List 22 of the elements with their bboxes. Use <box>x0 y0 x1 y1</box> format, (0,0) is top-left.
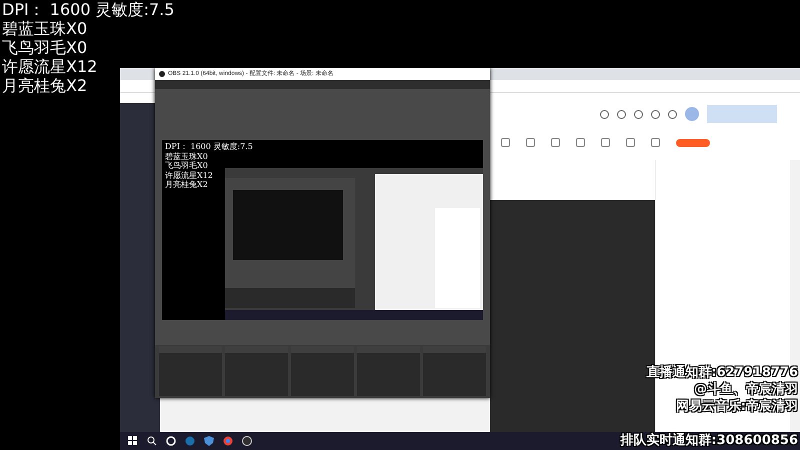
stats-text: 飞鸟羽毛X0 <box>2 38 88 57</box>
stats-text: 月亮桂兔X2 <box>165 180 208 190</box>
search-icon[interactable] <box>147 436 157 446</box>
stats-text: 月亮桂兔X2 <box>2 76 88 95</box>
notice-text: 排队实时通知群:308600856 <box>620 433 798 448</box>
notice-text: 网易云音乐:帝宸清羽 <box>676 399 798 414</box>
stats-text: 许愿流星X12 <box>2 57 98 76</box>
history-icon[interactable] <box>600 110 609 118</box>
client-button[interactable] <box>676 138 710 146</box>
notice-text: @斗鱼、帝宸清羽 <box>694 382 798 397</box>
windows-start-icon[interactable] <box>128 436 138 446</box>
obs-icon[interactable] <box>242 436 252 446</box>
stats-text: 飞鸟羽毛X0 <box>165 161 208 170</box>
stats-text: 碧蓝玉珠X0 <box>2 19 88 38</box>
stats-text: DPI： 1600 灵敏度:7.5 <box>165 142 253 152</box>
shield-icon[interactable] <box>204 436 214 446</box>
circle-icon[interactable] <box>166 436 176 446</box>
banner-image <box>707 105 777 123</box>
stats-text: 许愿流星X12 <box>165 170 213 180</box>
stats-text: DPI： 1600 灵敏度:7.5 <box>2 0 174 19</box>
app-icon <box>159 71 165 77</box>
stats-text: 碧蓝玉珠X0 <box>165 152 208 161</box>
